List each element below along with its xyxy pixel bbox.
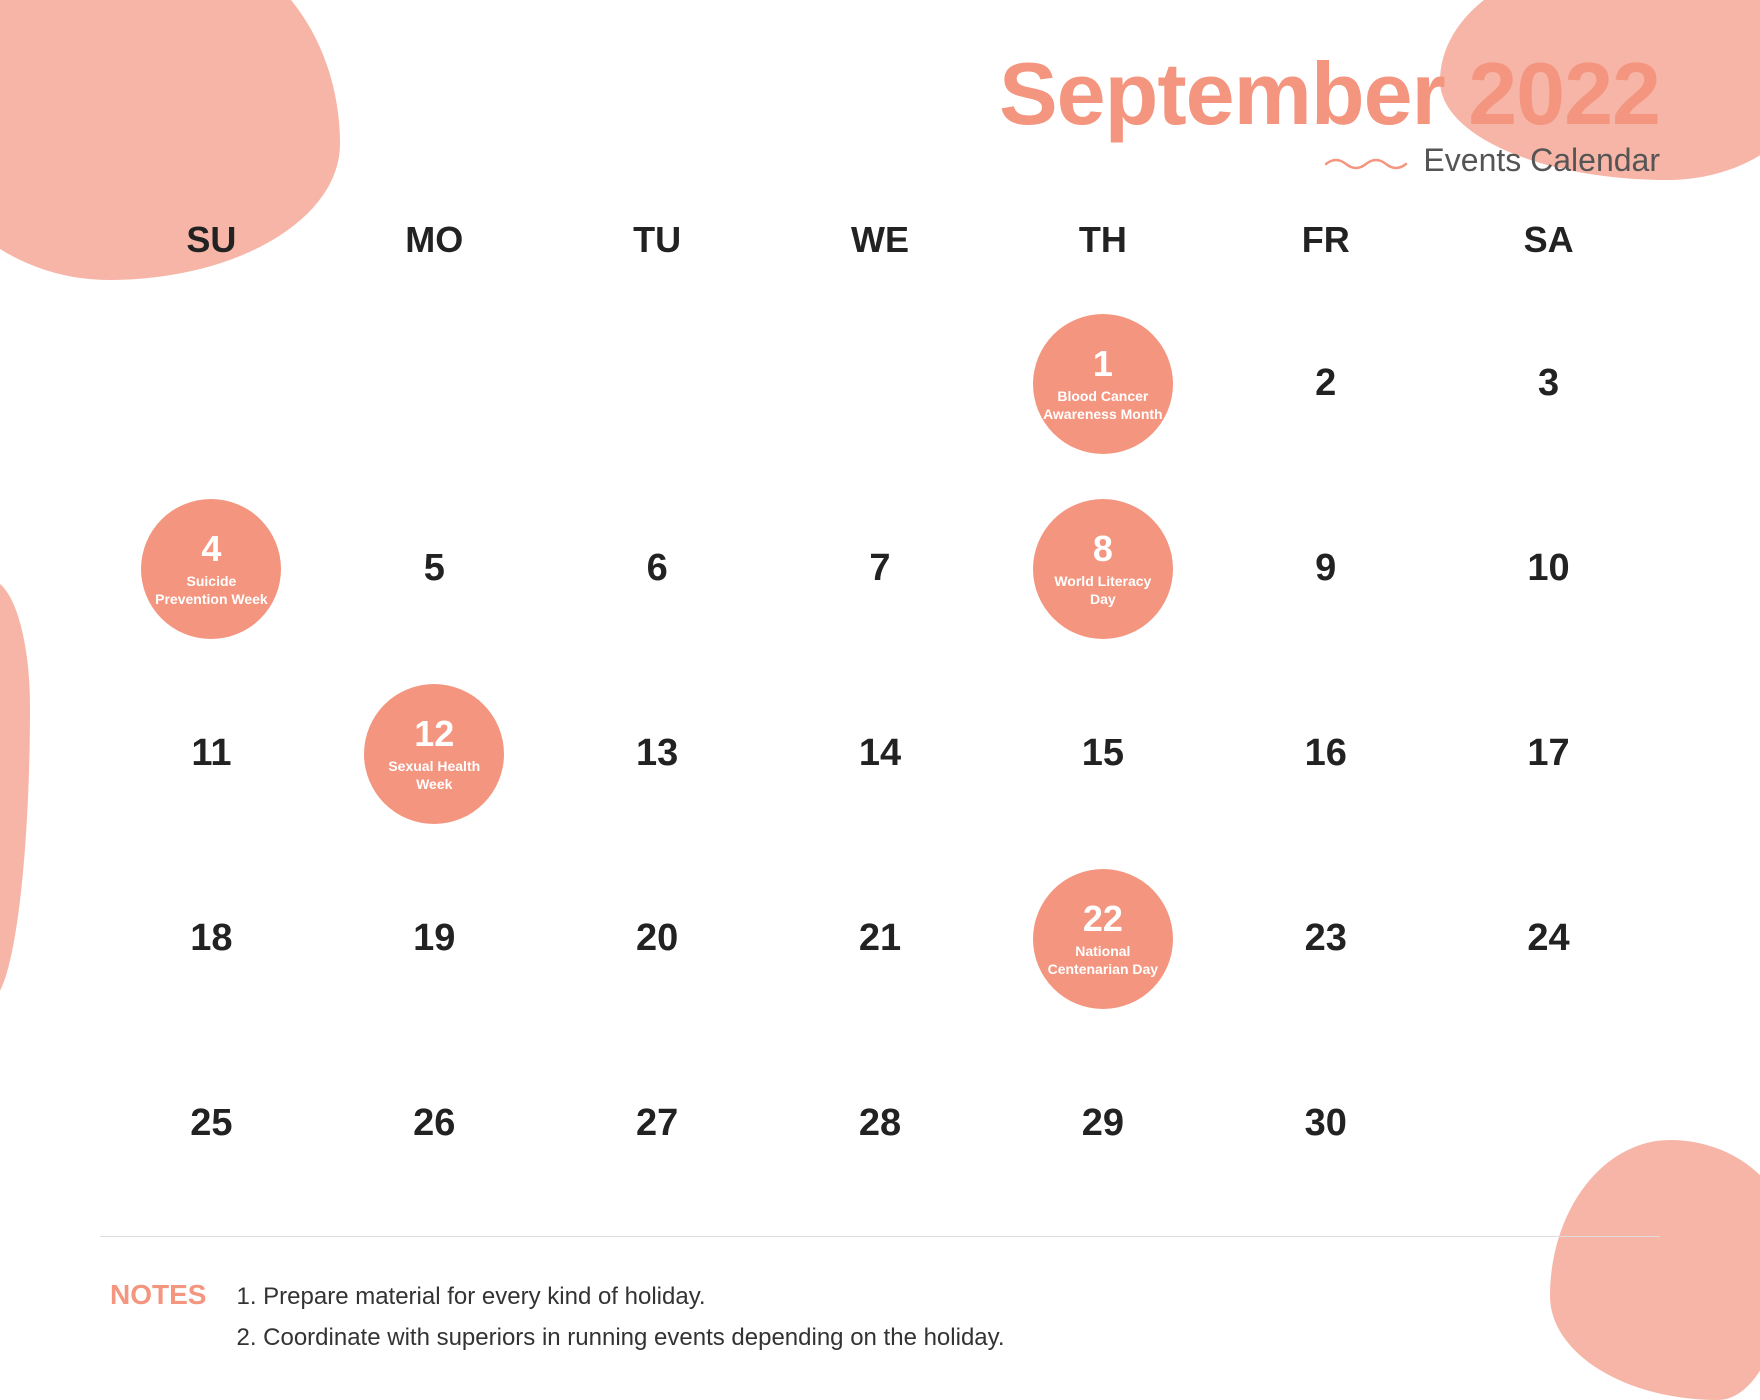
day-number: 3 — [1538, 362, 1559, 405]
month-year-title: September 2022 — [100, 50, 1660, 138]
calendar-cell: 17 — [1437, 661, 1660, 846]
calendar-grid: 1Blood Cancer Awareness Month234Suicide … — [100, 291, 1660, 1216]
day-number: 13 — [636, 732, 678, 775]
event-day-number: 12 — [414, 714, 454, 754]
day-number: 2 — [1315, 362, 1336, 405]
day-number: 6 — [647, 547, 668, 590]
event-day-number: 4 — [201, 529, 221, 569]
calendar-cell: 21 — [769, 846, 992, 1031]
day-header-th: TH — [991, 209, 1214, 271]
calendar-cell: 6 — [546, 476, 769, 661]
day-number: 15 — [1082, 732, 1124, 775]
event-circle: 8World Literacy Day — [1033, 499, 1173, 639]
calendar-cell: 5 — [323, 476, 546, 661]
calendar-cell: 19 — [323, 846, 546, 1031]
wavy-decoration — [1321, 152, 1411, 170]
day-number: 11 — [191, 732, 231, 775]
calendar-cell — [100, 291, 323, 476]
event-label: Suicide Prevention Week — [151, 572, 271, 608]
event-day-number: 1 — [1093, 344, 1113, 384]
day-number: 25 — [190, 1102, 232, 1145]
event-day-number: 8 — [1093, 529, 1113, 569]
calendar-cell: 20 — [546, 846, 769, 1031]
day-number: 17 — [1527, 732, 1569, 775]
calendar-container: SUMOTUWETHFRSA 1Blood Cancer Awareness M… — [100, 209, 1660, 1216]
day-header-fr: FR — [1214, 209, 1437, 271]
day-number: 18 — [190, 917, 232, 960]
calendar-cell: 2 — [1214, 291, 1437, 476]
day-number: 27 — [636, 1102, 678, 1145]
day-number: 26 — [413, 1102, 455, 1145]
calendar-cell: 25 — [100, 1031, 323, 1216]
day-header-mo: MO — [323, 209, 546, 271]
calendar-cell — [1437, 1031, 1660, 1216]
events-calendar-label: Events Calendar — [1423, 142, 1660, 179]
calendar-cell: 27 — [546, 1031, 769, 1216]
calendar-cell: 30 — [1214, 1031, 1437, 1216]
calendar-cell: 9 — [1214, 476, 1437, 661]
calendar-cell: 14 — [769, 661, 992, 846]
event-circle: 22National Centenarian Day — [1033, 869, 1173, 1009]
day-number: 28 — [859, 1102, 901, 1145]
day-number: 29 — [1082, 1102, 1124, 1145]
calendar-cell: 23 — [1214, 846, 1437, 1031]
event-circle: 12Sexual Health Week — [364, 684, 504, 824]
calendar-cell: 4Suicide Prevention Week — [100, 476, 323, 661]
day-number: 16 — [1305, 732, 1347, 775]
subtitle-row: Events Calendar — [100, 142, 1660, 179]
calendar-cell — [769, 291, 992, 476]
day-number: 9 — [1315, 547, 1336, 590]
day-number: 10 — [1527, 547, 1569, 590]
event-label: Sexual Health Week — [374, 757, 494, 793]
day-number: 14 — [859, 732, 901, 775]
day-number: 5 — [424, 547, 445, 590]
day-header-su: SU — [100, 209, 323, 271]
day-headers-row: SUMOTUWETHFRSA — [100, 209, 1660, 271]
calendar-cell: 11 — [100, 661, 323, 846]
calendar-cell: 7 — [769, 476, 992, 661]
calendar-cell: 10 — [1437, 476, 1660, 661]
event-circle: 1Blood Cancer Awareness Month — [1033, 314, 1173, 454]
notes-section: NOTES 1. Prepare material for every kind… — [100, 1277, 1660, 1359]
day-header-we: WE — [769, 209, 992, 271]
day-number: 19 — [413, 917, 455, 960]
day-number: 20 — [636, 917, 678, 960]
calendar-cell: 22National Centenarian Day — [991, 846, 1214, 1031]
calendar-cell: 1Blood Cancer Awareness Month — [991, 291, 1214, 476]
calendar-cell: 15 — [991, 661, 1214, 846]
calendar-cell: 16 — [1214, 661, 1437, 846]
event-label: Blood Cancer Awareness Month — [1043, 387, 1163, 423]
calendar-cell: 26 — [323, 1031, 546, 1216]
day-header-sa: SA — [1437, 209, 1660, 271]
calendar-cell: 8World Literacy Day — [991, 476, 1214, 661]
divider-line — [100, 1236, 1660, 1237]
calendar-cell — [323, 291, 546, 476]
calendar-cell — [546, 291, 769, 476]
calendar-cell: 12Sexual Health Week — [323, 661, 546, 846]
notes-label: NOTES — [110, 1277, 206, 1311]
calendar-cell: 18 — [100, 846, 323, 1031]
day-number: 30 — [1305, 1102, 1347, 1145]
calendar-header: September 2022 Events Calendar — [100, 50, 1660, 179]
calendar-cell: 13 — [546, 661, 769, 846]
calendar-cell: 28 — [769, 1031, 992, 1216]
day-header-tu: TU — [546, 209, 769, 271]
calendar-cell: 3 — [1437, 291, 1660, 476]
notes-content: 1. Prepare material for every kind of ho… — [236, 1277, 1004, 1359]
day-number: 21 — [859, 917, 901, 960]
event-label: World Literacy Day — [1043, 572, 1163, 608]
event-day-number: 22 — [1083, 899, 1123, 939]
note-item: 1. Prepare material for every kind of ho… — [236, 1277, 1004, 1318]
calendar-cell: 24 — [1437, 846, 1660, 1031]
event-label: National Centenarian Day — [1043, 942, 1163, 978]
event-circle: 4Suicide Prevention Week — [141, 499, 281, 639]
note-item: 2. Coordinate with superiors in running … — [236, 1318, 1004, 1359]
calendar-cell: 29 — [991, 1031, 1214, 1216]
day-number: 24 — [1527, 917, 1569, 960]
day-number: 23 — [1305, 917, 1347, 960]
day-number: 7 — [869, 547, 890, 590]
